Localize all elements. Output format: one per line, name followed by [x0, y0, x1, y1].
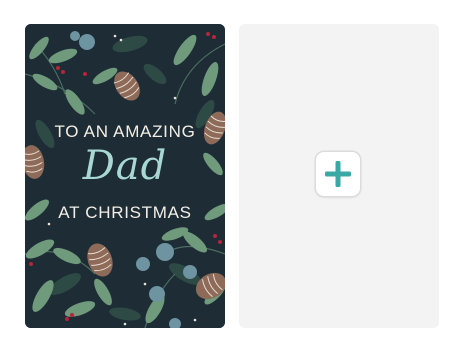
plus-icon: [325, 161, 351, 187]
add-page-button[interactable]: [316, 152, 360, 196]
empty-page-slot: [239, 24, 439, 328]
card-front-page[interactable]: TO AN AMAZING Dad AT CHRISTMAS: [25, 24, 225, 328]
foliage-illustration: [25, 24, 225, 328]
